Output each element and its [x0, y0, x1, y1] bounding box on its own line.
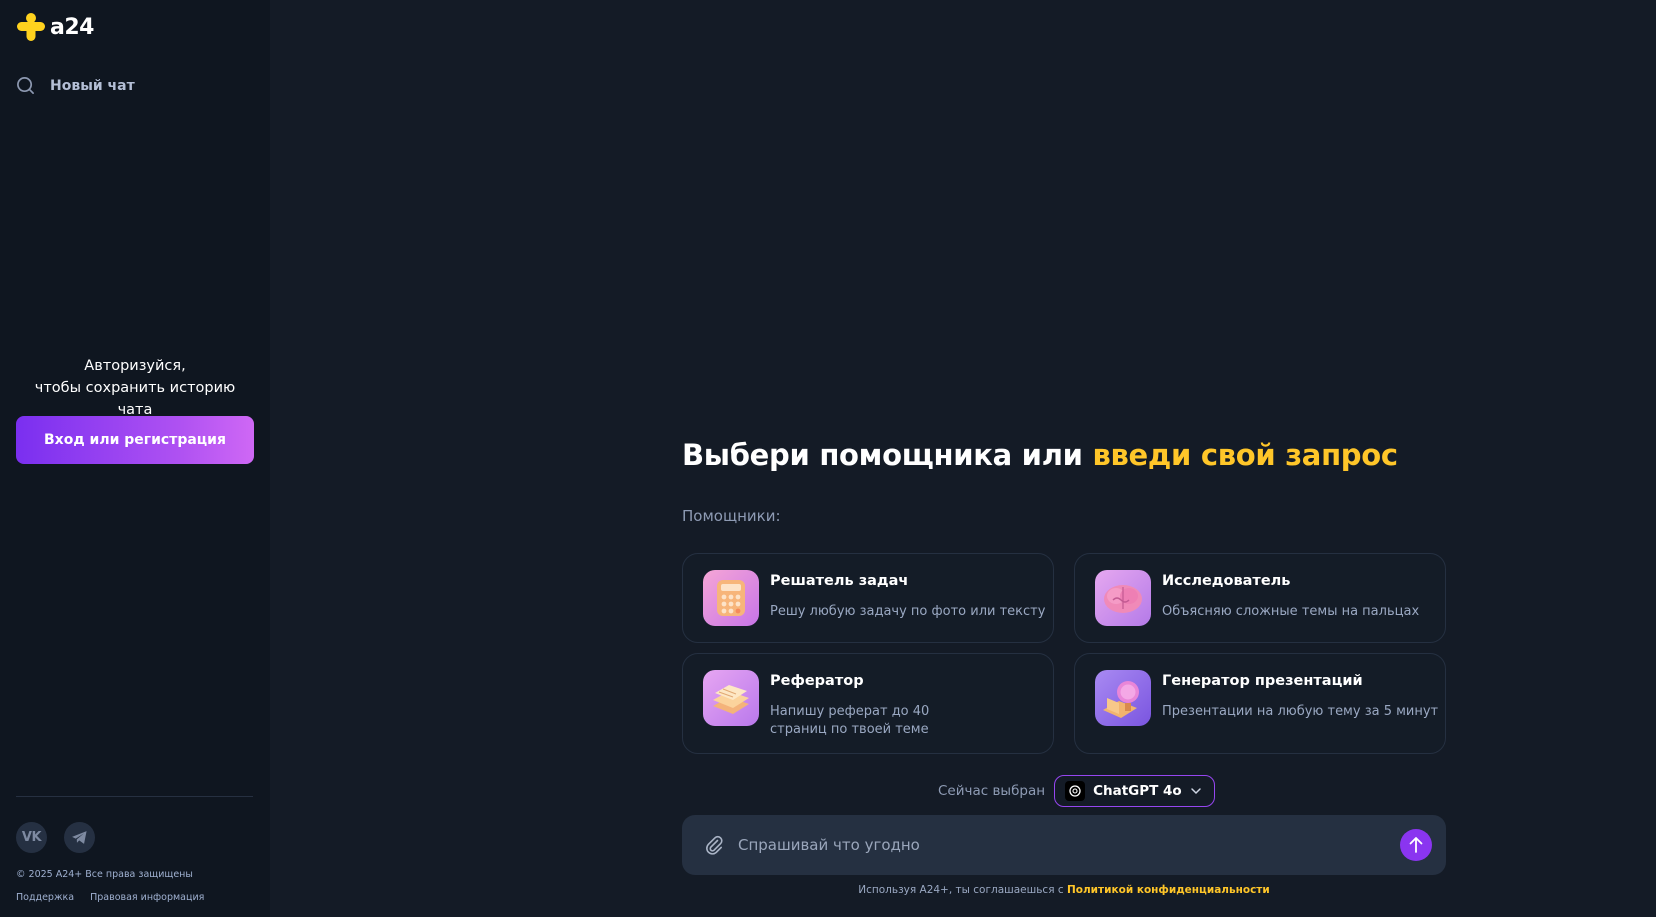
card-description: Презентации на любую тему за 5 минут — [1162, 704, 1439, 719]
app-root: a24 Новый чат Авторизуйся, чтобы сохрани… — [0, 0, 1656, 917]
card-title: Решатель задач — [770, 573, 909, 589]
paper-stack-icon — [703, 670, 759, 726]
helper-card-researcher[interactable]: Исследователь Объясняю сложные темы на п… — [1074, 553, 1446, 643]
helper-card-task-solver[interactable]: Решатель задач Решу любую задачу по фото… — [682, 553, 1054, 643]
chat-input-box — [682, 815, 1446, 875]
arrow-up-icon — [1409, 837, 1423, 853]
card-description: Решу любую задачу по фото или тексту — [770, 604, 1046, 619]
auth-prompt-line1: Авторизуйся, — [84, 358, 186, 374]
send-button[interactable] — [1400, 829, 1432, 861]
sidebar-divider — [16, 796, 253, 797]
main-area: Выбери помощника или введи свой запрос П… — [270, 0, 1656, 917]
attach-icon[interactable] — [704, 834, 724, 860]
openai-icon — [1065, 781, 1086, 801]
copyright: © 2025 A24+ Все права защищены — [16, 869, 193, 880]
new-chat-button[interactable]: Новый чат — [16, 76, 135, 95]
footer-links: Поддержка Правовая информация — [16, 892, 204, 903]
helpers-label: Помощники: — [682, 507, 781, 525]
search-icon — [17, 77, 34, 94]
model-selector[interactable]: ChatGPT 4o — [1054, 775, 1215, 807]
headline-accent: введи свой запрос — [1092, 438, 1398, 472]
selected-model: ChatGPT 4o — [1093, 783, 1182, 799]
consent-prefix: Используя A24+, ты соглашаешься с — [858, 884, 1067, 896]
login-register-button[interactable]: Вход или регистрация — [16, 416, 254, 464]
a24-plus-logo-icon — [17, 13, 45, 41]
vk-icon: VK — [21, 830, 42, 845]
auth-prompt: Авторизуйся, чтобы сохранить историю чат… — [16, 355, 254, 421]
calculator-icon — [703, 570, 759, 626]
new-chat-label: Новый чат — [50, 77, 135, 94]
auth-prompt-line2: чтобы сохранить историю чата — [34, 380, 236, 418]
support-link[interactable]: Поддержка — [16, 892, 74, 903]
card-title: Исследователь — [1162, 573, 1291, 589]
card-title: Генератор презентаций — [1162, 673, 1363, 689]
logo[interactable]: a24 — [16, 12, 94, 42]
page-title: Выбери помощника или введи свой запрос — [682, 438, 1398, 472]
chevron-down-icon — [1190, 788, 1201, 795]
card-description: Напишу реферат до 40 страниц по твоей те… — [770, 704, 930, 737]
vk-link[interactable]: VK — [16, 822, 47, 853]
telegram-icon — [72, 831, 87, 844]
helper-card-essay-writer[interactable]: Реферaтор Напишу реферат до 40 страниц п… — [682, 653, 1054, 754]
chat-input[interactable] — [738, 827, 1378, 863]
telegram-link[interactable] — [64, 822, 95, 853]
consent-text: Используя A24+, ты соглашаешься с Полити… — [682, 884, 1446, 896]
sidebar: a24 Новый чат Авторизуйся, чтобы сохрани… — [0, 0, 270, 917]
brain-icon — [1095, 570, 1151, 626]
card-description: Объясняю сложные темы на пальцах — [1162, 604, 1420, 619]
model-label: Сейчас выбран — [938, 783, 1046, 799]
legal-info-link[interactable]: Правовая информация — [90, 892, 204, 903]
headline-part1: Выбери помощника или — [682, 438, 1093, 472]
card-title: Реферaтор — [770, 673, 864, 689]
model-row: Сейчас выбран ChatGPT 4o — [938, 775, 1215, 807]
presentation-icon — [1095, 670, 1151, 726]
logo-text: a24 — [50, 14, 94, 40]
privacy-policy-link[interactable]: Политикой конфиденциальности — [1067, 884, 1270, 896]
helper-card-presentation-generator[interactable]: Генератор презентаций Презентации на люб… — [1074, 653, 1446, 754]
